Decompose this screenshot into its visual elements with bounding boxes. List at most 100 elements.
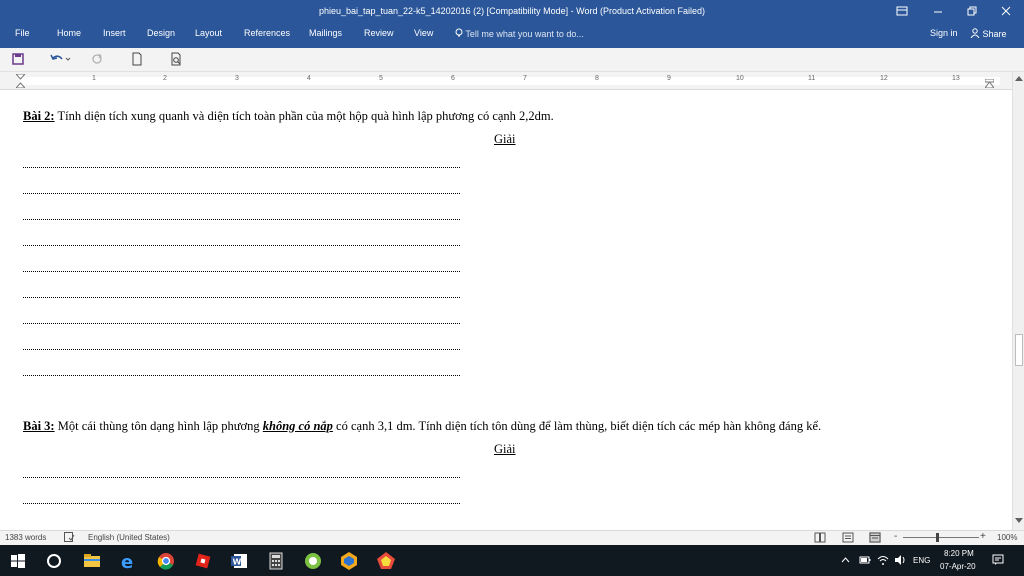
ruler-number: 5	[379, 75, 383, 82]
print-preview-icon	[171, 52, 181, 66]
close-button[interactable]	[990, 3, 1022, 21]
file-explorer-icon[interactable]	[82, 551, 102, 571]
restore-icon	[967, 6, 977, 16]
ruler-number: 8	[595, 75, 599, 82]
chrome-icon[interactable]	[156, 551, 176, 571]
chevron-up-icon	[1015, 76, 1023, 81]
dotted-answer-line	[23, 271, 460, 272]
zoom-slider[interactable]	[903, 537, 979, 538]
share-label: Share	[982, 29, 1007, 39]
solution-heading-3: Giải	[494, 442, 516, 456]
scroll-up-button[interactable]	[1013, 74, 1024, 86]
tab-design[interactable]: Design	[147, 28, 175, 38]
person-icon	[970, 28, 980, 39]
indent-marker-icon[interactable]	[16, 74, 25, 88]
language-indicator[interactable]: English (United States)	[88, 533, 170, 542]
ruler-number: 12	[880, 75, 888, 82]
right-indent-marker-icon[interactable]	[985, 79, 994, 88]
ruler-number: 6	[451, 75, 455, 82]
exercise-2-text: Tính diện tích xung quanh và diện tích t…	[54, 109, 554, 123]
exercise-3-paragraph[interactable]: Bài 3: Một cái thùng tôn dạng hình lập p…	[23, 419, 821, 434]
windows-start-icon[interactable]	[8, 551, 28, 571]
exercise-3-text-before: Một cái thùng tôn dạng hình lập phương	[54, 419, 263, 433]
undo-button[interactable]	[49, 52, 73, 68]
edge-icon[interactable]: e	[119, 551, 139, 571]
new-document-icon	[132, 52, 142, 66]
save-button[interactable]	[11, 52, 27, 68]
ribbon-display-icon	[896, 6, 908, 16]
zoom-slider-thumb[interactable]	[935, 533, 939, 542]
tab-layout[interactable]: Layout	[195, 28, 222, 38]
tab-file[interactable]: File	[15, 28, 30, 38]
web-layout-icon[interactable]	[869, 532, 881, 543]
clock-time[interactable]: 8:20 PM	[944, 549, 974, 558]
app-hexagon-icon[interactable]	[339, 551, 359, 571]
calculator-icon[interactable]	[266, 551, 286, 571]
dotted-answer-line	[23, 323, 460, 324]
quick-access-toolbar	[0, 48, 1024, 72]
minimize-button[interactable]	[922, 3, 954, 21]
input-language[interactable]: ENG	[913, 556, 930, 565]
exercise-3-emphasis: không có nắp	[262, 419, 333, 433]
document-page[interactable]: Bài 2: Tính diện tích xung quanh và diện…	[0, 90, 1012, 530]
vertical-scrollbar[interactable]	[1012, 72, 1024, 530]
tab-view[interactable]: View	[414, 28, 433, 38]
exercise-2-paragraph[interactable]: Bài 2: Tính diện tích xung quanh và diện…	[23, 109, 554, 124]
ruler-number: 3	[235, 75, 239, 82]
tab-review[interactable]: Review	[364, 28, 394, 38]
cortana-icon[interactable]	[44, 551, 64, 571]
ruler-number: 4	[307, 75, 311, 82]
chevron-up-icon[interactable]	[841, 556, 850, 564]
word-count[interactable]: 1383 words	[5, 533, 46, 542]
app-pentagon-icon[interactable]	[376, 551, 396, 571]
horizontal-ruler[interactable]: 1 2 3 4 5 6 7 8 9 10 11 12 13	[0, 72, 1024, 90]
ruler-number: 13	[952, 75, 960, 82]
proofing-icon[interactable]	[64, 532, 75, 542]
svg-text:W: W	[233, 558, 242, 567]
ruler-track	[20, 77, 1000, 85]
ruler-number: 1	[92, 75, 96, 82]
tab-mailings[interactable]: Mailings	[309, 28, 342, 38]
read-mode-icon[interactable]	[814, 532, 826, 543]
zoom-level[interactable]: 100%	[997, 533, 1017, 542]
lightbulb-icon	[455, 28, 463, 37]
window-title: phieu_bai_tap_tuan_22-k5_14202016 (2) [C…	[318, 6, 706, 16]
chevron-down-icon	[1015, 518, 1023, 523]
zoom-in-button[interactable]: +	[980, 531, 986, 542]
volume-icon[interactable]	[894, 554, 906, 566]
battery-icon[interactable]	[859, 555, 871, 565]
redo-button[interactable]	[90, 52, 106, 68]
new-document-button[interactable]	[130, 52, 146, 68]
ruler-number: 10	[736, 75, 744, 82]
dotted-answer-line	[23, 349, 460, 350]
restore-button[interactable]	[956, 3, 988, 21]
scroll-thumb[interactable]	[1015, 334, 1023, 366]
camtasia-icon[interactable]	[303, 551, 323, 571]
save-icon	[12, 53, 24, 65]
zoom-out-button[interactable]: -	[894, 531, 897, 542]
tell-me-box[interactable]: Tell me what you want to do...	[455, 28, 584, 39]
ruler-number: 7	[523, 75, 527, 82]
ruler-number: 9	[667, 75, 671, 82]
scroll-down-button[interactable]	[1013, 517, 1024, 529]
action-center-icon[interactable]	[992, 554, 1004, 566]
tab-home[interactable]: Home	[57, 28, 81, 38]
clock-date[interactable]: 07-Apr-20	[940, 562, 976, 571]
share-button[interactable]: Share	[970, 28, 1007, 39]
roblox-icon[interactable]	[193, 551, 213, 571]
dotted-answer-line	[23, 167, 460, 168]
word-app-icon[interactable]: W	[229, 551, 249, 571]
tab-insert[interactable]: Insert	[103, 28, 126, 38]
print-layout-icon[interactable]	[842, 532, 854, 543]
wifi-icon[interactable]	[877, 554, 889, 566]
redo-icon	[92, 53, 102, 64]
exercise-3-text-after: có cạnh 3,1 dm. Tính diện tích tôn dùng …	[332, 419, 822, 433]
ribbon-display-options-button[interactable]	[886, 3, 918, 21]
print-preview-button[interactable]	[169, 52, 185, 68]
sign-in-link[interactable]: Sign in	[930, 28, 958, 38]
tab-references[interactable]: References	[244, 28, 290, 38]
undo-icon	[50, 54, 71, 61]
dotted-answer-line	[23, 477, 460, 478]
ruler-number: 11	[808, 75, 816, 82]
ribbon-tabs: File Home Insert Design Layout Reference…	[0, 26, 1024, 44]
